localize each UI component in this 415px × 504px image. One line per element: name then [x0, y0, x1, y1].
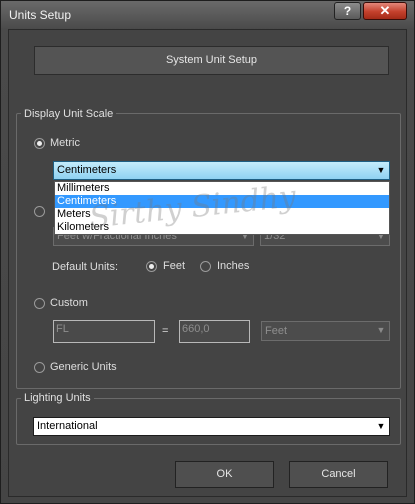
lighting-units-value: International	[37, 420, 98, 432]
custom-amount-field[interactable]: 660,0	[179, 320, 250, 343]
feet-label: Feet	[163, 260, 186, 272]
title-bar[interactable]: Units Setup ? ✕	[1, 1, 414, 29]
default-units-label: Default Units:	[52, 261, 119, 273]
inches-label: Inches	[217, 260, 250, 272]
equals-sign: =	[162, 325, 169, 337]
dialog-body: System Unit Setup Display Unit Scale Met…	[8, 29, 407, 497]
feet-radio[interactable]	[146, 261, 157, 272]
chevron-down-icon: ▼	[376, 165, 386, 175]
generic-units-radio[interactable]	[34, 362, 45, 373]
metric-selected-value: Centimeters	[57, 164, 117, 176]
cancel-button[interactable]: Cancel	[289, 461, 388, 488]
display-unit-scale-title: Display Unit Scale	[21, 108, 117, 120]
metric-label: Metric	[50, 137, 80, 149]
custom-unit-dropdown[interactable]: Feet ▼	[261, 321, 390, 341]
custom-unit-value: Feet	[265, 325, 288, 337]
custom-radio[interactable]	[34, 298, 45, 309]
ok-button[interactable]: OK	[175, 461, 274, 488]
metric-units-list[interactable]: Millimeters Centimeters Meters Kilometer…	[54, 181, 390, 235]
lighting-units-title: Lighting Units	[21, 392, 94, 404]
inches-radio[interactable]	[200, 261, 211, 272]
us-standard-radio[interactable]	[34, 206, 45, 217]
system-unit-setup-button[interactable]: System Unit Setup	[34, 46, 389, 75]
list-item[interactable]: Kilometers	[55, 221, 389, 234]
list-item[interactable]: Meters	[55, 208, 389, 221]
close-button[interactable]: ✕	[363, 2, 407, 20]
metric-radio[interactable]	[34, 138, 45, 149]
metric-units-dropdown[interactable]: Centimeters ▼	[53, 161, 390, 180]
custom-name-field[interactable]: FL	[53, 320, 155, 343]
units-setup-dialog: Units Setup ? ✕ System Unit Setup Displa…	[0, 0, 415, 504]
window-title: Units Setup	[9, 8, 72, 22]
chevron-down-icon: ▼	[376, 325, 386, 335]
lighting-units-dropdown[interactable]: International ▼	[33, 417, 390, 436]
chevron-down-icon: ▼	[376, 421, 386, 431]
list-item[interactable]: Centimeters	[55, 195, 389, 208]
list-item[interactable]: Millimeters	[55, 182, 389, 195]
display-unit-scale-group	[16, 113, 401, 389]
help-button[interactable]: ?	[334, 2, 361, 20]
generic-units-label: Generic Units	[50, 361, 117, 373]
custom-label: Custom	[50, 297, 88, 309]
